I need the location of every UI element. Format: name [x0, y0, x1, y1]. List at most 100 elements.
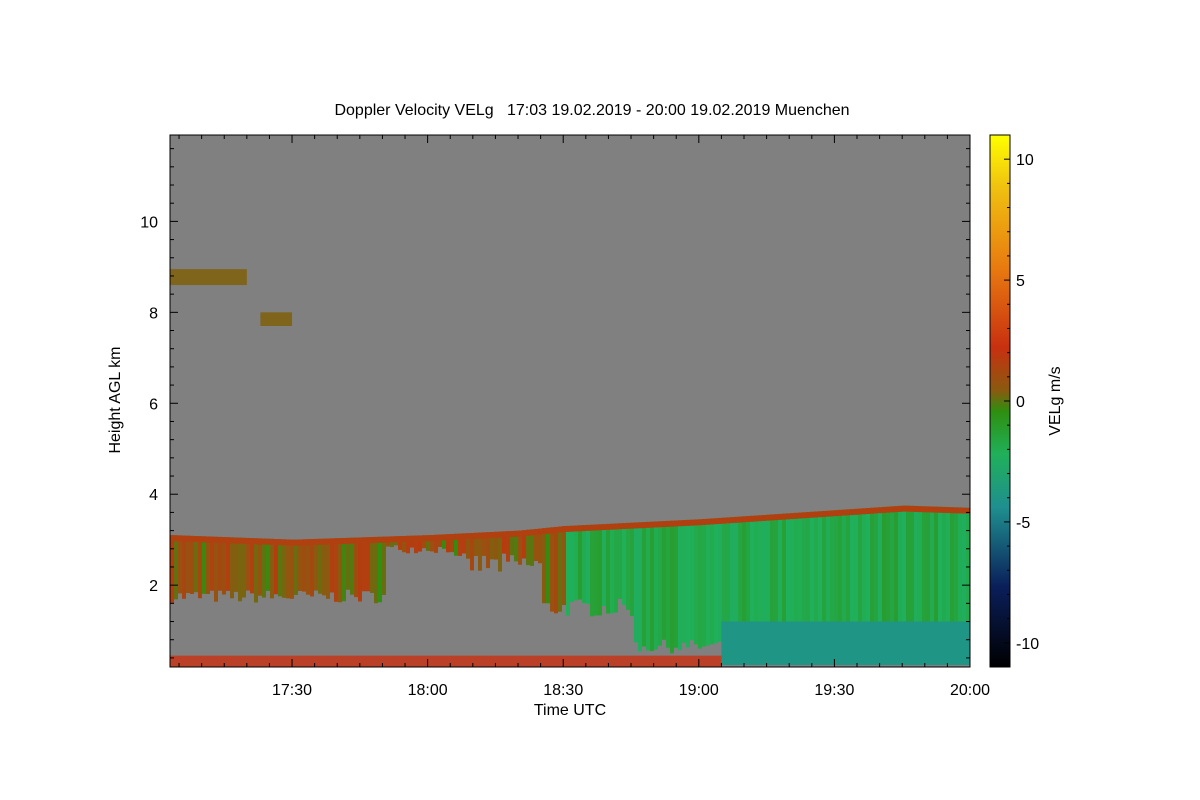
- echo-column: [354, 537, 358, 598]
- echo-cap: [746, 516, 750, 523]
- echo-cap: [806, 512, 810, 519]
- echo-column: [598, 524, 602, 616]
- echo-column: [926, 506, 930, 622]
- chart-title: Doppler Velocity VELg 17:03 19.02.2019 -…: [334, 102, 849, 119]
- echo-column: [794, 512, 798, 622]
- echo-cap: [634, 522, 638, 529]
- echo-column: [866, 508, 870, 622]
- echo-cap: [510, 530, 514, 537]
- echo-column: [862, 508, 866, 622]
- echo-cap: [790, 513, 794, 520]
- x-tick-label: 18:30: [543, 682, 583, 699]
- echo-column: [554, 526, 558, 614]
- echo-column: [186, 535, 190, 594]
- echo-cap: [646, 521, 650, 528]
- echo-cap: [858, 508, 862, 515]
- echo-cap: [306, 539, 310, 546]
- echo-column: [702, 519, 706, 647]
- echo-column: [622, 523, 626, 605]
- echo-cap: [750, 515, 754, 522]
- echo-cap: [830, 510, 834, 517]
- echo-column: [906, 505, 910, 622]
- echo-cap: [538, 528, 542, 535]
- echo-cap: [514, 530, 518, 537]
- plot-area: [170, 135, 970, 667]
- echo-column: [750, 515, 754, 622]
- echo-cap: [386, 536, 390, 543]
- echo-cap: [954, 507, 958, 514]
- echo-cap: [314, 538, 318, 545]
- echo-cap: [690, 519, 694, 526]
- echo-cap: [946, 507, 950, 514]
- echo-column: [806, 512, 810, 622]
- echo-column: [374, 536, 378, 604]
- echo-column: [682, 520, 686, 643]
- echo-cap: [406, 535, 410, 542]
- colorbar-tick-label: 5: [1016, 273, 1025, 290]
- y-tick-label: 8: [149, 305, 158, 322]
- echo-column: [774, 514, 778, 622]
- echo-cap: [698, 519, 702, 526]
- echo-column: [638, 522, 642, 652]
- echo-column: [250, 538, 254, 594]
- echo-column: [782, 513, 786, 622]
- colorbar-tick-label: 10: [1016, 152, 1034, 169]
- echo-column: [746, 516, 750, 622]
- echo-cap: [302, 539, 306, 546]
- echo-column: [958, 507, 962, 622]
- echo-cap: [446, 534, 450, 541]
- echo-cap: [534, 528, 538, 535]
- echo-cap: [674, 520, 678, 527]
- x-tick-label: 19:30: [814, 682, 854, 699]
- ground-clutter: [170, 655, 722, 667]
- echo-column: [646, 521, 650, 651]
- echo-cap: [338, 538, 342, 545]
- echo-column: [330, 538, 334, 593]
- echo-cap: [826, 510, 830, 517]
- echo-cap: [682, 520, 686, 527]
- echo-column: [962, 507, 966, 622]
- echo-cap: [198, 536, 202, 543]
- echo-cap: [234, 537, 238, 544]
- echo-cap: [454, 533, 458, 540]
- echo-column: [294, 539, 298, 595]
- echo-column: [838, 509, 842, 622]
- echo-cap: [290, 539, 294, 546]
- echo-column: [254, 538, 258, 603]
- echo-column: [738, 516, 742, 622]
- x-tick-label: 17:30: [272, 682, 312, 699]
- x-tick-label: 20:00: [950, 682, 990, 699]
- echo-column: [922, 506, 926, 622]
- echo-cap: [434, 534, 438, 541]
- echo-cap: [554, 526, 558, 533]
- echo-cap: [838, 509, 842, 516]
- echo-cap: [926, 506, 930, 513]
- colorbar-tick-label: -5: [1016, 515, 1030, 532]
- echo-cap: [726, 517, 730, 524]
- echo-column: [890, 506, 894, 622]
- echo-cap: [382, 536, 386, 543]
- echo-column: [878, 507, 882, 622]
- echo-column: [334, 538, 338, 602]
- echo-cap: [282, 539, 286, 546]
- echo-cap: [846, 509, 850, 516]
- echo-cap: [414, 535, 418, 542]
- echo-cap: [766, 514, 770, 521]
- echo-cap: [374, 536, 378, 543]
- echo-cap: [546, 527, 550, 534]
- echo-cap: [962, 507, 966, 514]
- echo-column: [850, 509, 854, 622]
- echo-column: [950, 507, 954, 622]
- echo-cap: [214, 536, 218, 543]
- echo-column: [562, 526, 566, 605]
- echo-cap: [350, 537, 354, 544]
- x-tick-label: 19:00: [679, 682, 719, 699]
- echo-cap: [450, 534, 454, 541]
- echo-cap: [742, 516, 746, 523]
- echo-column: [258, 538, 262, 596]
- echo-cap: [426, 535, 430, 542]
- y-tick-label: 4: [149, 487, 158, 504]
- echo-column: [790, 513, 794, 622]
- echo-cap: [710, 518, 714, 525]
- echo-cap: [874, 507, 878, 514]
